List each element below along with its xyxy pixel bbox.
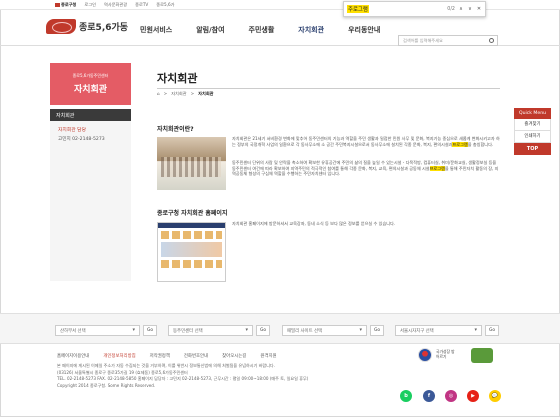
footer-link-privacy[interactable]: 개인정보처리방침 <box>103 353 135 359</box>
footer-info: 본 페이지에 게시된 이메일 주소가 자동 수집되는 것을 거부하며, 이를 위… <box>57 363 397 389</box>
dept-go-button[interactable]: Go <box>143 325 157 336</box>
utility-link-login[interactable]: 로그인 <box>84 2 96 8</box>
nav-civil-service[interactable]: 민원서비스 <box>140 25 172 35</box>
nav-life[interactable]: 주민생활 <box>249 25 275 35</box>
page-title: 자치회관 <box>157 72 198 85</box>
breadcrumb-item[interactable]: 자치회관 <box>171 91 186 97</box>
family-site-select[interactable]: 패밀리 사이트 선택 <box>282 325 367 336</box>
quick-print-button[interactable]: 인쇄하기 <box>514 131 551 143</box>
lnb-menu-item-active[interactable]: 자치회관 <box>50 109 131 121</box>
homepage-paragraph: 자치회관 홈페이지에 방문하셔서 교육강좌, 동네 소식 등 보다 많은 정보를… <box>232 221 396 226</box>
breadcrumb-home-icon[interactable]: ⌂ <box>157 91 160 97</box>
quick-menu: Quick Menu 즐겨찾기 인쇄하기 TOP <box>514 108 551 155</box>
site-logo[interactable]: 종로5,6가동 <box>46 19 128 34</box>
family-go-button[interactable]: Go <box>370 325 384 336</box>
find-next-button[interactable]: ∨ <box>467 6 473 12</box>
find-bar: 주로그램 0/2 ∧ ∨ ✕ <box>343 1 486 17</box>
footer-link-copyright[interactable]: 저작권정책 <box>150 353 170 359</box>
quick-top-button[interactable]: TOP <box>514 143 551 155</box>
logo-text: 종로5,6가동 <box>79 23 129 33</box>
find-count: 0/2 <box>447 6 455 12</box>
utility-link-tour[interactable]: 역사문화관광 <box>104 2 127 8</box>
web-accessibility-mark-icon <box>471 348 493 363</box>
lnb-panel: 자치회관 담당 고민지 02-2148-5273 <box>50 121 131 281</box>
center-select[interactable]: 동주민센터 선택 <box>168 325 253 336</box>
section-title-homepage: 종로구청 자치회관 홈페이지 <box>157 210 228 217</box>
footer-select-bar: 산하부서 선택 Go 동주민센터 선택 Go 패밀리 사이트 선택 Go 서울시… <box>0 313 560 344</box>
utility-link-tv[interactable]: 종로TV <box>135 2 148 8</box>
footer-link-phone[interactable]: 전화번호안내 <box>184 353 208 359</box>
search-icon[interactable] <box>489 38 494 43</box>
quick-bookmark-button[interactable]: 즐겨찾기 <box>514 119 551 131</box>
footer-link-usage[interactable]: 홈페이지이용안내 <box>57 353 89 359</box>
intro-photo <box>157 137 226 190</box>
nav-notice[interactable]: 알림/참여 <box>196 25 224 35</box>
find-close-button[interactable]: ✕ <box>476 6 482 12</box>
lnb-contact-phone: 고민지 02-2148-5273 <box>58 137 105 142</box>
find-highlight: 프로그램 <box>452 141 468 147</box>
instagram-icon[interactable]: ◎ <box>445 390 457 402</box>
footer-copyright: Copyright 2014 종로구청. Some Rights Reserve… <box>57 382 156 388</box>
quick-menu-title: Quick Menu <box>514 108 551 119</box>
lnb-contact-title: 자치회관 담당 <box>58 128 87 133</box>
homepage-thumbnail[interactable] <box>157 222 226 282</box>
district-go-button[interactable]: Go <box>485 325 499 336</box>
find-prev-button[interactable]: ∧ <box>458 6 464 12</box>
footer-link-map[interactable]: 찾아오시는길 <box>222 353 246 359</box>
korea-emblem-icon <box>418 348 432 362</box>
facebook-icon[interactable]: f <box>423 390 435 402</box>
lnb-subtitle: 종로5,6가동주민센터 <box>72 73 109 78</box>
section-title-intro: 자치회관이란? <box>157 126 194 133</box>
center-go-button[interactable]: Go <box>256 325 270 336</box>
lnb-header: 종로5,6가동주민센터 자치회관 <box>50 63 131 105</box>
nav-autonomy-hall[interactable]: 자치회관 <box>298 25 324 35</box>
badge-label: 국가성장 방어르기 <box>436 349 455 359</box>
find-input[interactable]: 주로그램 <box>347 5 369 13</box>
footer-links: 홈페이지이용안내 개인정보처리방침 저작권정책 전화번호안내 찾아오시는길 원격… <box>57 353 291 359</box>
kakao-icon[interactable]: 💬 <box>489 390 501 402</box>
footer-link-remote[interactable]: 원격지원 <box>260 353 276 359</box>
lnb-title: 자치회관 <box>73 85 108 95</box>
youtube-icon[interactable]: ▶ <box>467 390 479 402</box>
breadcrumb-current: 자치회관 <box>198 91 214 96</box>
jongno-logo-icon <box>46 19 76 34</box>
nav-dong-guide[interactable]: 우리동안내 <box>348 25 380 35</box>
search-placeholder: 검색어를 입력해주세요 <box>403 38 443 43</box>
breadcrumb: ⌂ > 자치회관 > 자치회관 <box>157 88 500 97</box>
utility-link-home[interactable]: 종로구청 <box>55 2 76 8</box>
search-input[interactable]: 검색어를 입력해주세요 <box>398 35 498 46</box>
dept-select[interactable]: 산하부서 선택 <box>55 325 140 336</box>
utility-links: 종로구청 로그인 역사문화관광 종로TV 종로5,6가 <box>55 2 174 8</box>
main-nav: 민원서비스 알림/참여 주민생활 자치회관 우리동안내 <box>140 25 404 35</box>
intro-paragraph-1: 자치회관은 21세기 서비환경 변화에 맞추어 동주민센터의 기능과 역할을 주… <box>232 136 500 147</box>
home-icon <box>55 3 60 7</box>
find-highlight: 프로그램 <box>429 165 445 171</box>
intro-paragraph-2: 동주민센터 단위의 사람 및 안락을 촉소하여 확보한 유휴공간에 주민의 삶의… <box>232 160 499 177</box>
seoul-district-select[interactable]: 서울시자치구 선택 <box>395 325 482 336</box>
utility-link-dong[interactable]: 종로5,6가 <box>156 2 174 8</box>
blog-icon[interactable]: b <box>400 390 412 402</box>
